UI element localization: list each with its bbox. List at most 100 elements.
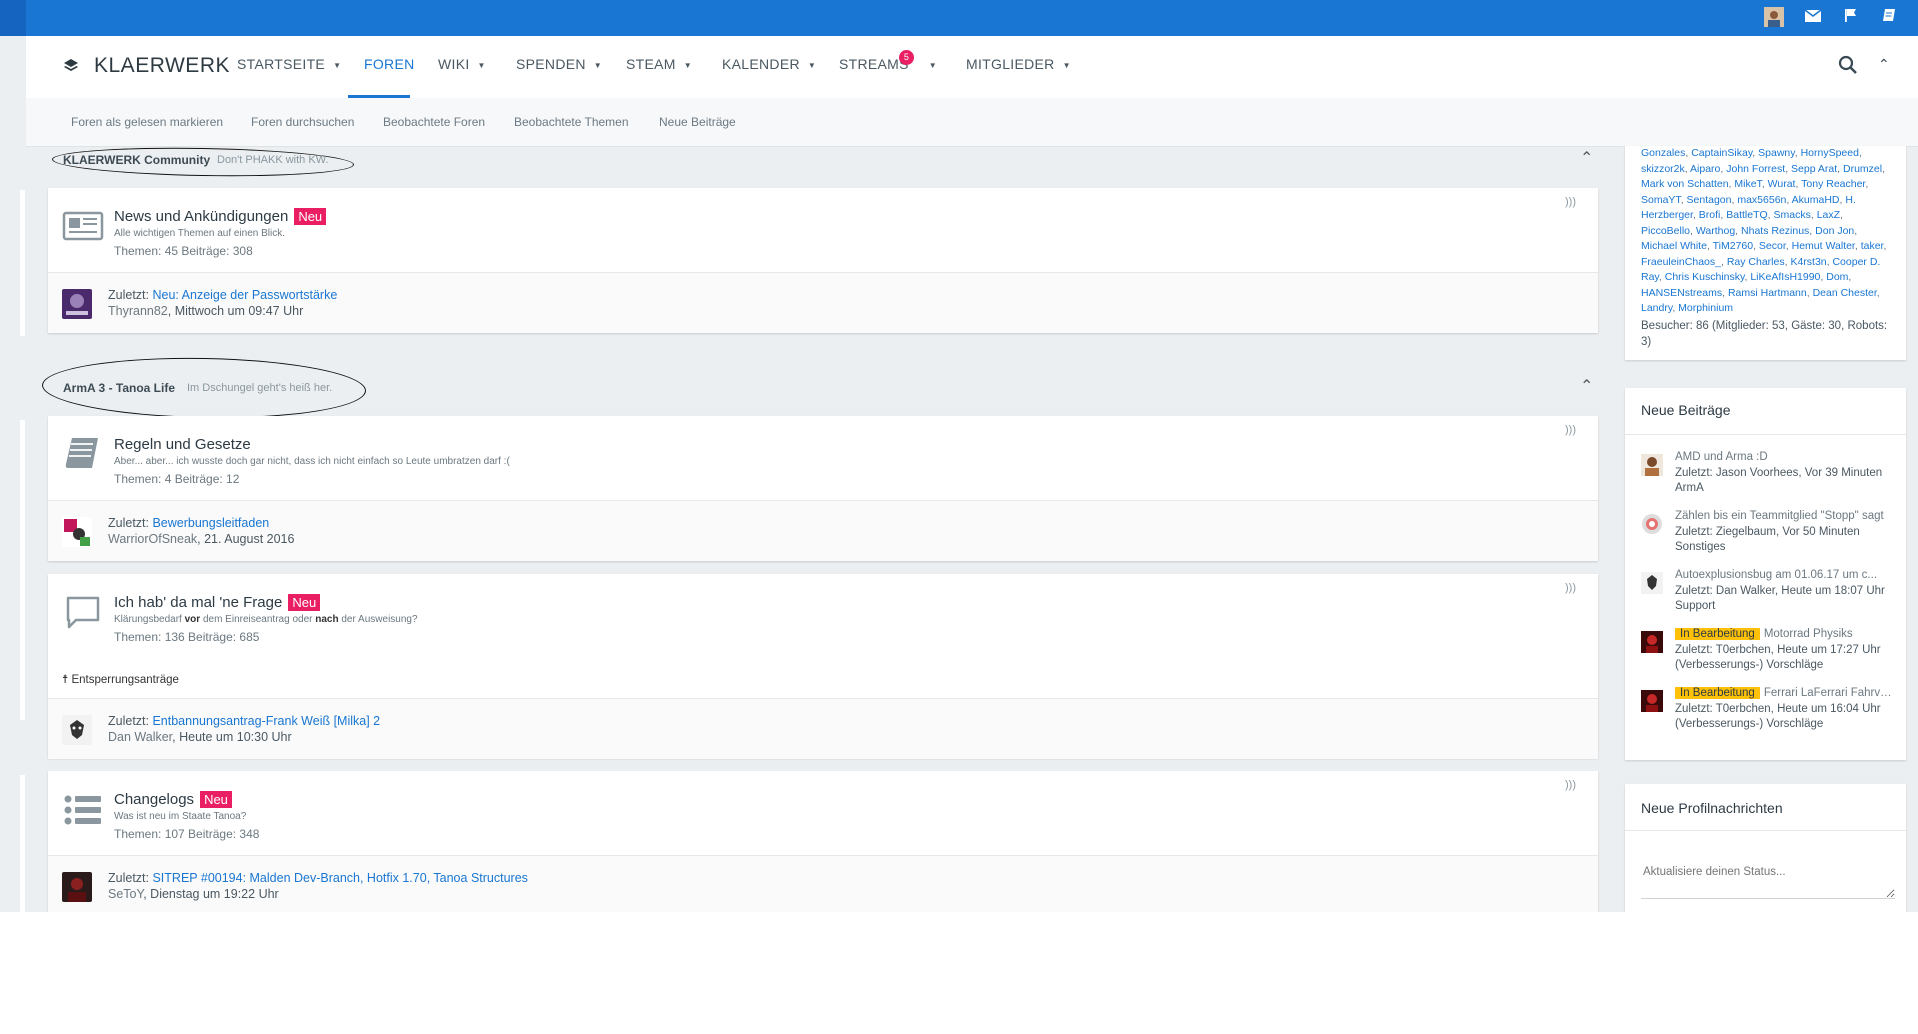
- online-user-link[interactable]: Dean Chester: [1813, 287, 1877, 299]
- new-post-title[interactable]: In Bearbeitung Motorrad Physiks: [1675, 628, 1895, 640]
- last-post-user[interactable]: Thyrann82: [108, 304, 168, 318]
- online-user-link[interactable]: Mark von Schatten: [1641, 178, 1729, 190]
- online-user-link[interactable]: max5656n: [1737, 194, 1786, 206]
- online-user-link[interactable]: Wurat: [1768, 178, 1796, 190]
- new-post-item[interactable]: Zählen bis ein Teammitglied "Stopp" sagt…: [1641, 510, 1895, 566]
- new-post-forum[interactable]: Support: [1675, 600, 1715, 612]
- watched-topics-link[interactable]: Beobachtete Themen: [514, 115, 629, 129]
- new-post-forum[interactable]: Sonstiges: [1675, 541, 1726, 553]
- category-title[interactable]: ArmA 3 - Tanoa Life: [63, 381, 175, 395]
- online-user-link[interactable]: HANSENstreams: [1641, 287, 1722, 299]
- forum-title[interactable]: News und Ankündigungen Neu: [114, 208, 327, 225]
- nav-startseite[interactable]: STARTSEITE ▼: [237, 56, 341, 72]
- online-user-link[interactable]: MikeT: [1734, 178, 1761, 190]
- online-user-link[interactable]: Hemut Walter: [1792, 240, 1855, 252]
- last-topic-link[interactable]: Bewerbungsleitfaden: [152, 516, 269, 530]
- online-user-link[interactable]: Dom: [1826, 271, 1848, 283]
- nav-streams[interactable]: STREAMS 5 ▼: [839, 50, 937, 72]
- online-user-link[interactable]: HornySpeed: [1801, 147, 1859, 159]
- flag-icon[interactable]: [1840, 7, 1862, 29]
- forum-title[interactable]: Changelogs Neu: [114, 791, 232, 808]
- online-user-link[interactable]: Sentagon: [1687, 194, 1732, 206]
- envelope-icon[interactable]: [1802, 7, 1824, 29]
- last-topic-link[interactable]: Entbannungsantrag-Frank Weiß [Milka] 2: [152, 714, 380, 728]
- online-user-link[interactable]: Secor: [1759, 240, 1786, 252]
- rss-icon[interactable]: ))): [1565, 779, 1576, 791]
- new-post-forum[interactable]: (Verbesserungs-) Vorschläge: [1675, 718, 1823, 730]
- online-user-link[interactable]: Chris Kuschinsky: [1665, 271, 1745, 283]
- online-user-link[interactable]: Tony Reacher: [1801, 178, 1865, 190]
- last-topic-link[interactable]: SITREP #00194: Malden Dev-Branch, Hotfix…: [152, 871, 527, 885]
- online-user-link[interactable]: TiM2760: [1713, 240, 1753, 252]
- notes-icon[interactable]: [1878, 7, 1900, 29]
- subforum-link[interactable]: ☨ Entsperrungsanträge: [62, 672, 179, 686]
- online-user-link[interactable]: BattleTQ: [1726, 209, 1767, 221]
- user-avatar[interactable]: [62, 517, 92, 547]
- online-user-link[interactable]: AkumaHD: [1792, 194, 1840, 206]
- nav-kalender[interactable]: KALENDER ▼: [722, 56, 816, 72]
- forum-title[interactable]: Ich hab' da mal 'ne Frage Neu: [114, 594, 321, 611]
- online-user-link[interactable]: taker: [1861, 240, 1884, 252]
- online-user-link[interactable]: K4rst3n: [1790, 256, 1826, 268]
- online-user-link[interactable]: Sepp Arat: [1791, 163, 1837, 175]
- watched-forums-link[interactable]: Beobachtete Foren: [383, 115, 485, 129]
- online-user-link[interactable]: Spawny: [1758, 147, 1795, 159]
- online-user-link[interactable]: LaxZ: [1817, 209, 1840, 221]
- new-post-item[interactable]: In Bearbeitung Motorrad Physiks Zuletzt: …: [1641, 628, 1895, 684]
- online-user-link[interactable]: PiccoBello: [1641, 225, 1690, 237]
- search-forums-link[interactable]: Foren durchsuchen: [251, 115, 354, 129]
- online-user-link[interactable]: SomaYT: [1641, 194, 1681, 206]
- chevron-up-icon[interactable]: ⌃: [1878, 56, 1890, 73]
- rss-icon[interactable]: ))): [1565, 582, 1576, 594]
- status-input[interactable]: [1641, 864, 1895, 899]
- new-post-title[interactable]: In BearbeitungFerrari LaFerrari Fahrverh…: [1675, 687, 1895, 699]
- last-post-user[interactable]: SeToY: [108, 887, 143, 901]
- online-user-link[interactable]: Brofi: [1699, 209, 1721, 221]
- user-avatar[interactable]: [62, 872, 92, 902]
- online-user-link[interactable]: Landry: [1641, 302, 1672, 314]
- online-user-link[interactable]: Gonzales: [1641, 147, 1685, 159]
- new-post-item[interactable]: AMD und Arma :D Zuletzt: Jason Voorhees,…: [1641, 451, 1895, 507]
- nav-mitglieder[interactable]: MITGLIEDER ▼: [966, 56, 1071, 72]
- user-avatar[interactable]: [62, 289, 92, 319]
- collapse-chevron-icon[interactable]: ⌃: [1580, 148, 1593, 168]
- nav-spenden[interactable]: SPENDEN ▼: [516, 56, 602, 72]
- online-user-link[interactable]: skizzor2k: [1641, 163, 1685, 175]
- user-avatar[interactable]: [1763, 7, 1785, 29]
- last-topic-link[interactable]: Neu: Anzeige der Passwortstärke: [152, 288, 337, 302]
- collapse-chevron-icon[interactable]: ⌃: [1580, 376, 1593, 396]
- online-user-link[interactable]: FraeuleinChaos_: [1641, 256, 1721, 268]
- new-post-item[interactable]: Autoexplusionsbug am 01.06.17 um c... Zu…: [1641, 569, 1895, 625]
- nav-foren[interactable]: FOREN: [364, 56, 415, 72]
- online-user-link[interactable]: Warthog: [1696, 225, 1735, 237]
- new-post-title[interactable]: Zählen bis ein Teammitglied "Stopp" sagt: [1675, 510, 1895, 522]
- search-icon[interactable]: [1838, 55, 1858, 80]
- mark-forums-read-link[interactable]: Foren als gelesen markieren: [71, 115, 223, 129]
- rss-icon[interactable]: ))): [1565, 424, 1576, 436]
- new-post-item[interactable]: In BearbeitungFerrari LaFerrari Fahrverh…: [1641, 687, 1895, 743]
- online-user-link[interactable]: Ramsi Hartmann: [1728, 287, 1807, 299]
- new-post-forum[interactable]: (Verbesserungs-) Vorschläge: [1675, 659, 1823, 671]
- online-user-link[interactable]: John Forrest: [1726, 163, 1785, 175]
- last-post-user[interactable]: Dan Walker: [108, 730, 172, 744]
- online-user-link[interactable]: LiKeAfIsH1990: [1750, 271, 1820, 283]
- online-user-link[interactable]: Smacks: [1774, 209, 1811, 221]
- online-user-link[interactable]: Michael White: [1641, 240, 1707, 252]
- rss-icon[interactable]: ))): [1565, 196, 1576, 208]
- online-user-link[interactable]: Nhats Rezinus: [1741, 225, 1809, 237]
- online-user-link[interactable]: Aiparo: [1690, 163, 1720, 175]
- online-user-link[interactable]: Drumzel: [1843, 163, 1882, 175]
- new-post-title[interactable]: AMD und Arma :D: [1675, 451, 1895, 463]
- category-title[interactable]: KLAERWERK Community: [63, 153, 210, 167]
- user-avatar[interactable]: [62, 715, 92, 745]
- online-user-link[interactable]: Morphinium: [1678, 302, 1733, 314]
- forum-title[interactable]: Regeln und Gesetze: [114, 436, 251, 453]
- online-user-link[interactable]: CaptainSikay: [1691, 147, 1752, 159]
- nav-wiki[interactable]: WIKI ▼: [438, 56, 486, 72]
- new-post-title[interactable]: Autoexplusionsbug am 01.06.17 um c...: [1675, 569, 1895, 581]
- new-posts-link[interactable]: Neue Beiträge: [659, 115, 736, 129]
- new-post-forum[interactable]: ArmA: [1675, 482, 1704, 494]
- nav-steam[interactable]: STEAM ▼: [626, 56, 692, 72]
- last-post-user[interactable]: WarriorOfSneak: [108, 532, 197, 546]
- brand[interactable]: KLAERWERK: [64, 54, 230, 78]
